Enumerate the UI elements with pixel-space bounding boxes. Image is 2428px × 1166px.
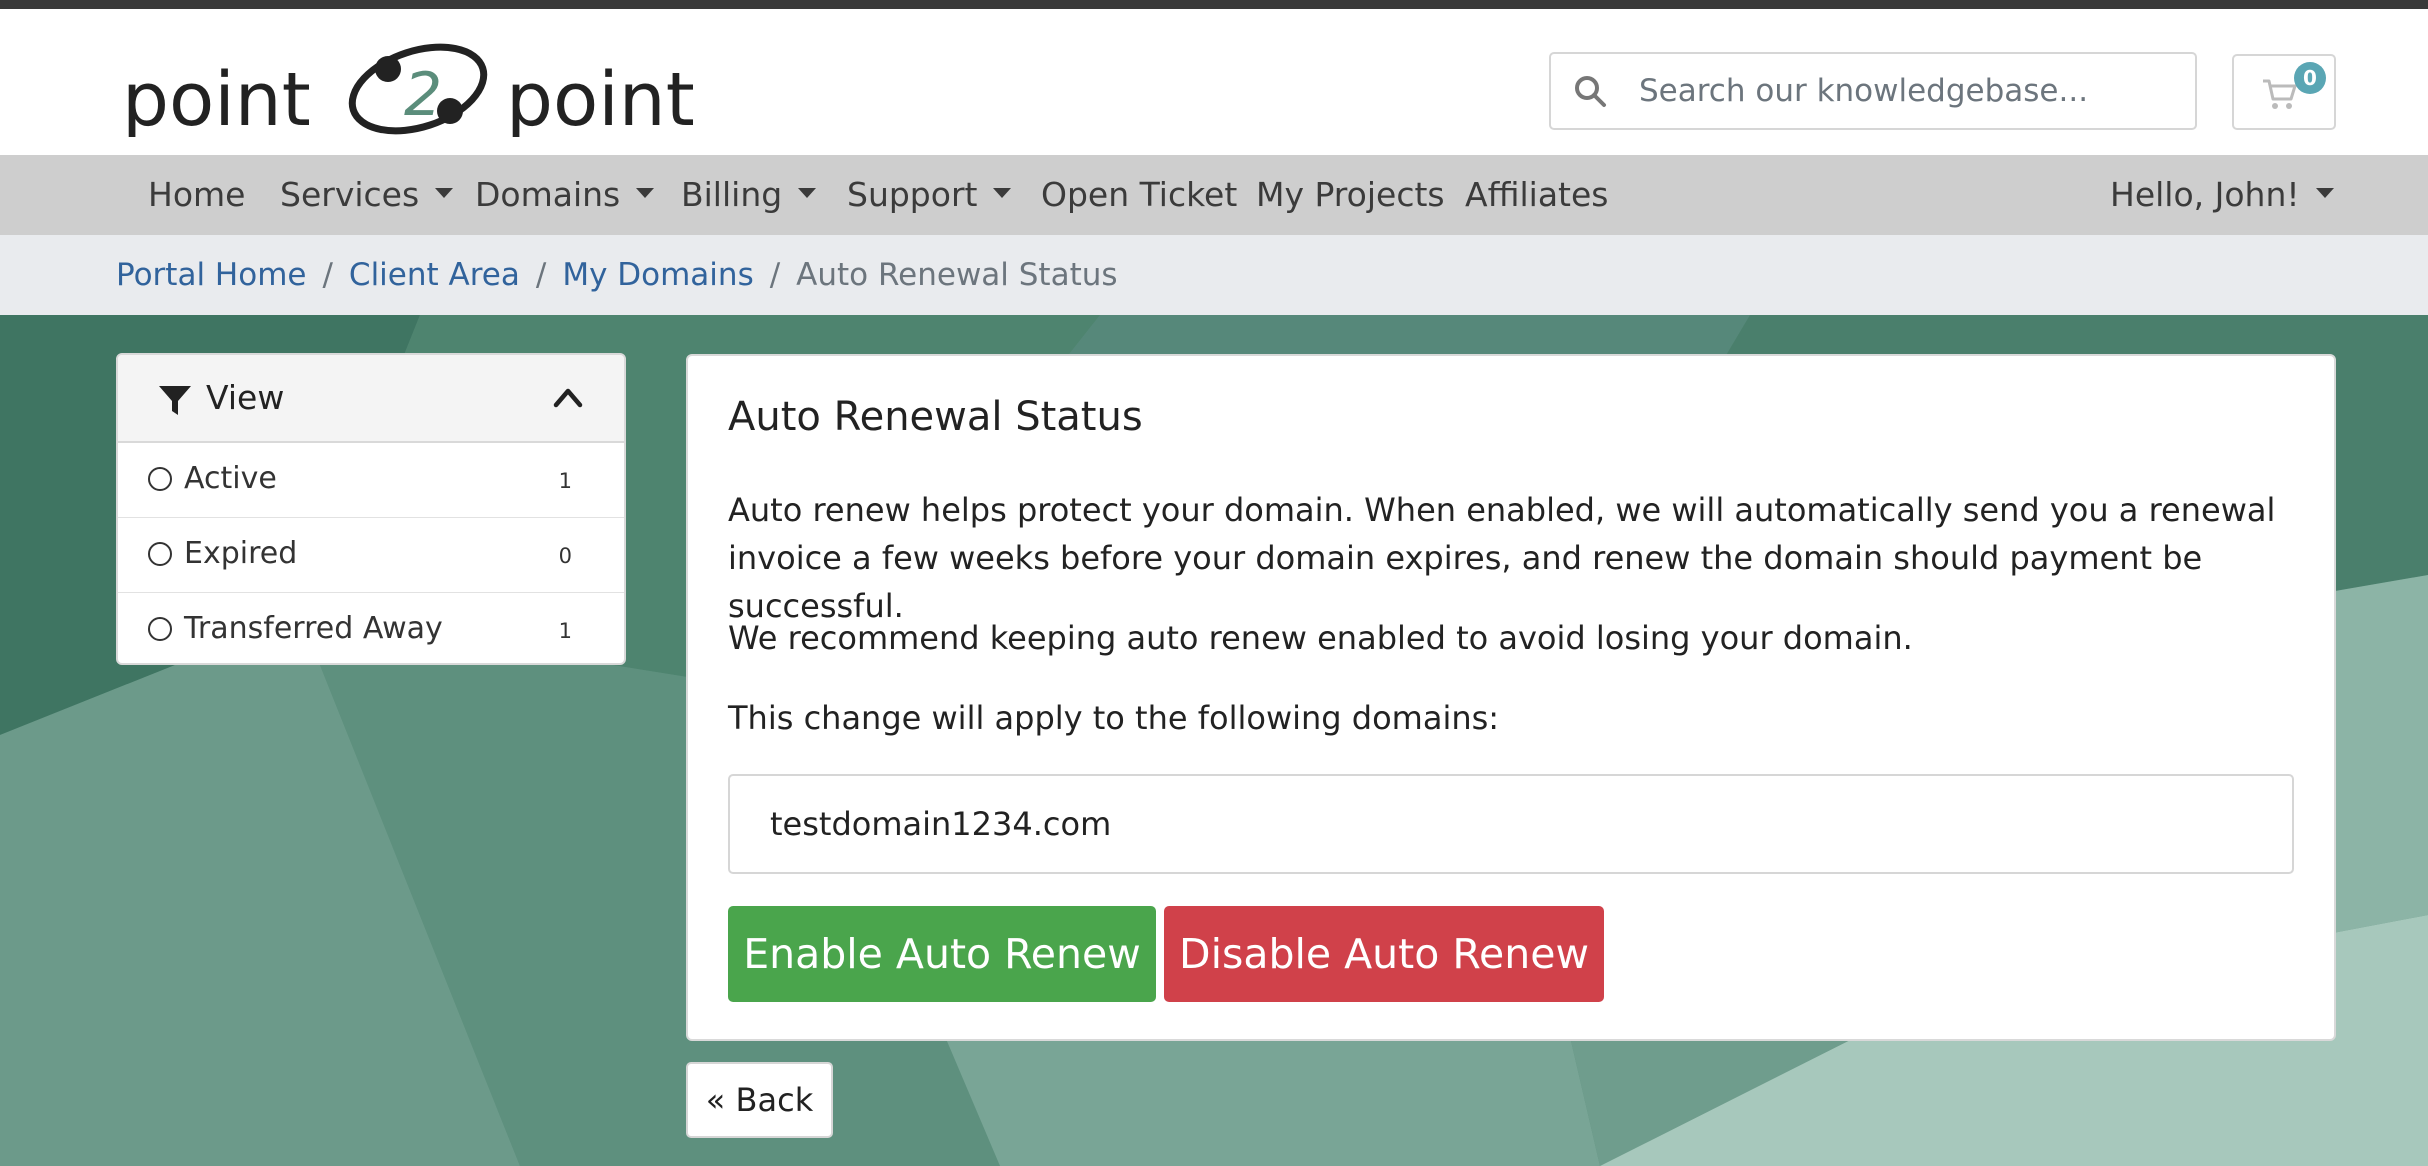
caret-down-icon — [2315, 187, 2334, 198]
breadcrumb-portal-home[interactable]: Portal Home — [116, 257, 306, 293]
sidebar-header[interactable]: View — [118, 355, 624, 443]
nav-support[interactable]: Support — [847, 155, 1012, 235]
filter-count: 1 — [558, 619, 572, 643]
radio-button[interactable] — [148, 542, 172, 566]
chevron-up-icon[interactable] — [552, 385, 584, 409]
filter-transferred-away[interactable]: Transferred Away 1 — [118, 593, 624, 663]
filter-icon — [159, 386, 191, 415]
nav-home[interactable]: Home — [148, 155, 245, 235]
nav-open-ticket-label: Open Ticket — [1041, 175, 1238, 214]
site-header: point 2 point 0 — [0, 9, 2428, 155]
nav-domains-label: Domains — [475, 175, 621, 214]
radio-button[interactable] — [148, 617, 172, 641]
site-logo[interactable]: point 2 point — [122, 37, 712, 143]
nav-domains[interactable]: Domains — [475, 155, 655, 235]
recommendation-paragraph: We recommend keeping auto renew enabled … — [728, 619, 1913, 657]
nav-open-ticket[interactable]: Open Ticket — [1041, 155, 1237, 235]
cart-button[interactable]: 0 — [2232, 54, 2336, 130]
logo-text-left: point — [122, 57, 311, 137]
nav-support-label: Support — [847, 175, 978, 214]
nav-affiliates[interactable]: Affiliates — [1465, 155, 1608, 235]
nav-my-projects[interactable]: My Projects — [1256, 155, 1445, 235]
filter-sidebar: View Active 1 Expired 0 Transferred Away… — [116, 353, 626, 665]
knowledgebase-search[interactable] — [1549, 52, 2197, 130]
caret-down-icon — [993, 187, 1012, 198]
search-input[interactable] — [1637, 72, 2181, 110]
nav-user-menu[interactable]: Hello, John! — [2110, 155, 2334, 235]
main-nav: Home Services Domains Billing Support Op… — [0, 155, 2428, 235]
filter-count: 0 — [558, 544, 572, 568]
nav-home-label: Home — [148, 175, 246, 214]
cart-icon — [2263, 79, 2297, 109]
breadcrumb-client-area[interactable]: Client Area — [349, 257, 520, 293]
top-border — [0, 0, 2428, 9]
nav-services-label: Services — [280, 175, 420, 214]
cart-count-badge: 0 — [2294, 62, 2326, 94]
filter-label: Transferred Away — [184, 611, 443, 646]
breadcrumb-separator: / — [322, 257, 333, 293]
logo-text-right: point — [506, 57, 695, 137]
apply-domains-paragraph: This change will apply to the following … — [728, 699, 1500, 737]
breadcrumb-my-domains[interactable]: My Domains — [562, 257, 753, 293]
caret-down-icon — [636, 187, 655, 198]
nav-billing-label: Billing — [681, 175, 783, 214]
nav-services[interactable]: Services — [280, 155, 454, 235]
user-menu-label: Hello, John! — [2110, 175, 2300, 214]
description-paragraph: Auto renew helps protect your domain. Wh… — [728, 491, 2276, 625]
search-icon — [1575, 76, 1606, 107]
filter-active[interactable]: Active 1 — [118, 443, 624, 518]
enable-auto-renew-button[interactable]: Enable Auto Renew — [728, 906, 1156, 1002]
breadcrumb-separator: / — [535, 257, 547, 293]
breadcrumb-current: Auto Renewal Status — [796, 257, 1118, 293]
breadcrumb-separator: / — [769, 257, 781, 293]
breadcrumb: Portal Home / Client Area / My Domains / Auto … — [116, 235, 1118, 315]
radio-button[interactable] — [148, 467, 172, 491]
filter-count: 1 — [558, 469, 572, 493]
caret-down-icon — [435, 187, 454, 198]
logo-text-mid: 2 — [404, 60, 442, 130]
breadcrumb-bar: Portal Home / Client Area / My Domains / Auto … — [0, 235, 2428, 315]
filter-label: Expired — [184, 536, 298, 571]
back-button[interactable]: « Back — [686, 1062, 833, 1138]
caret-down-icon — [798, 187, 817, 198]
sidebar-title: View — [206, 378, 285, 417]
disable-auto-renew-button[interactable]: Disable Auto Renew — [1164, 906, 1604, 1002]
nav-affiliates-label: Affiliates — [1465, 175, 1609, 214]
card-title: Auto Renewal Status — [728, 394, 1143, 440]
filter-expired[interactable]: Expired 0 — [118, 518, 624, 593]
auto-renewal-card: Auto Renewal Status Auto renew helps pro… — [686, 354, 2336, 1041]
nav-billing[interactable]: Billing — [681, 155, 817, 235]
nav-my-projects-label: My Projects — [1256, 175, 1445, 214]
domain-list-item: testdomain1234.com — [728, 774, 2294, 874]
filter-label: Active — [184, 461, 277, 496]
